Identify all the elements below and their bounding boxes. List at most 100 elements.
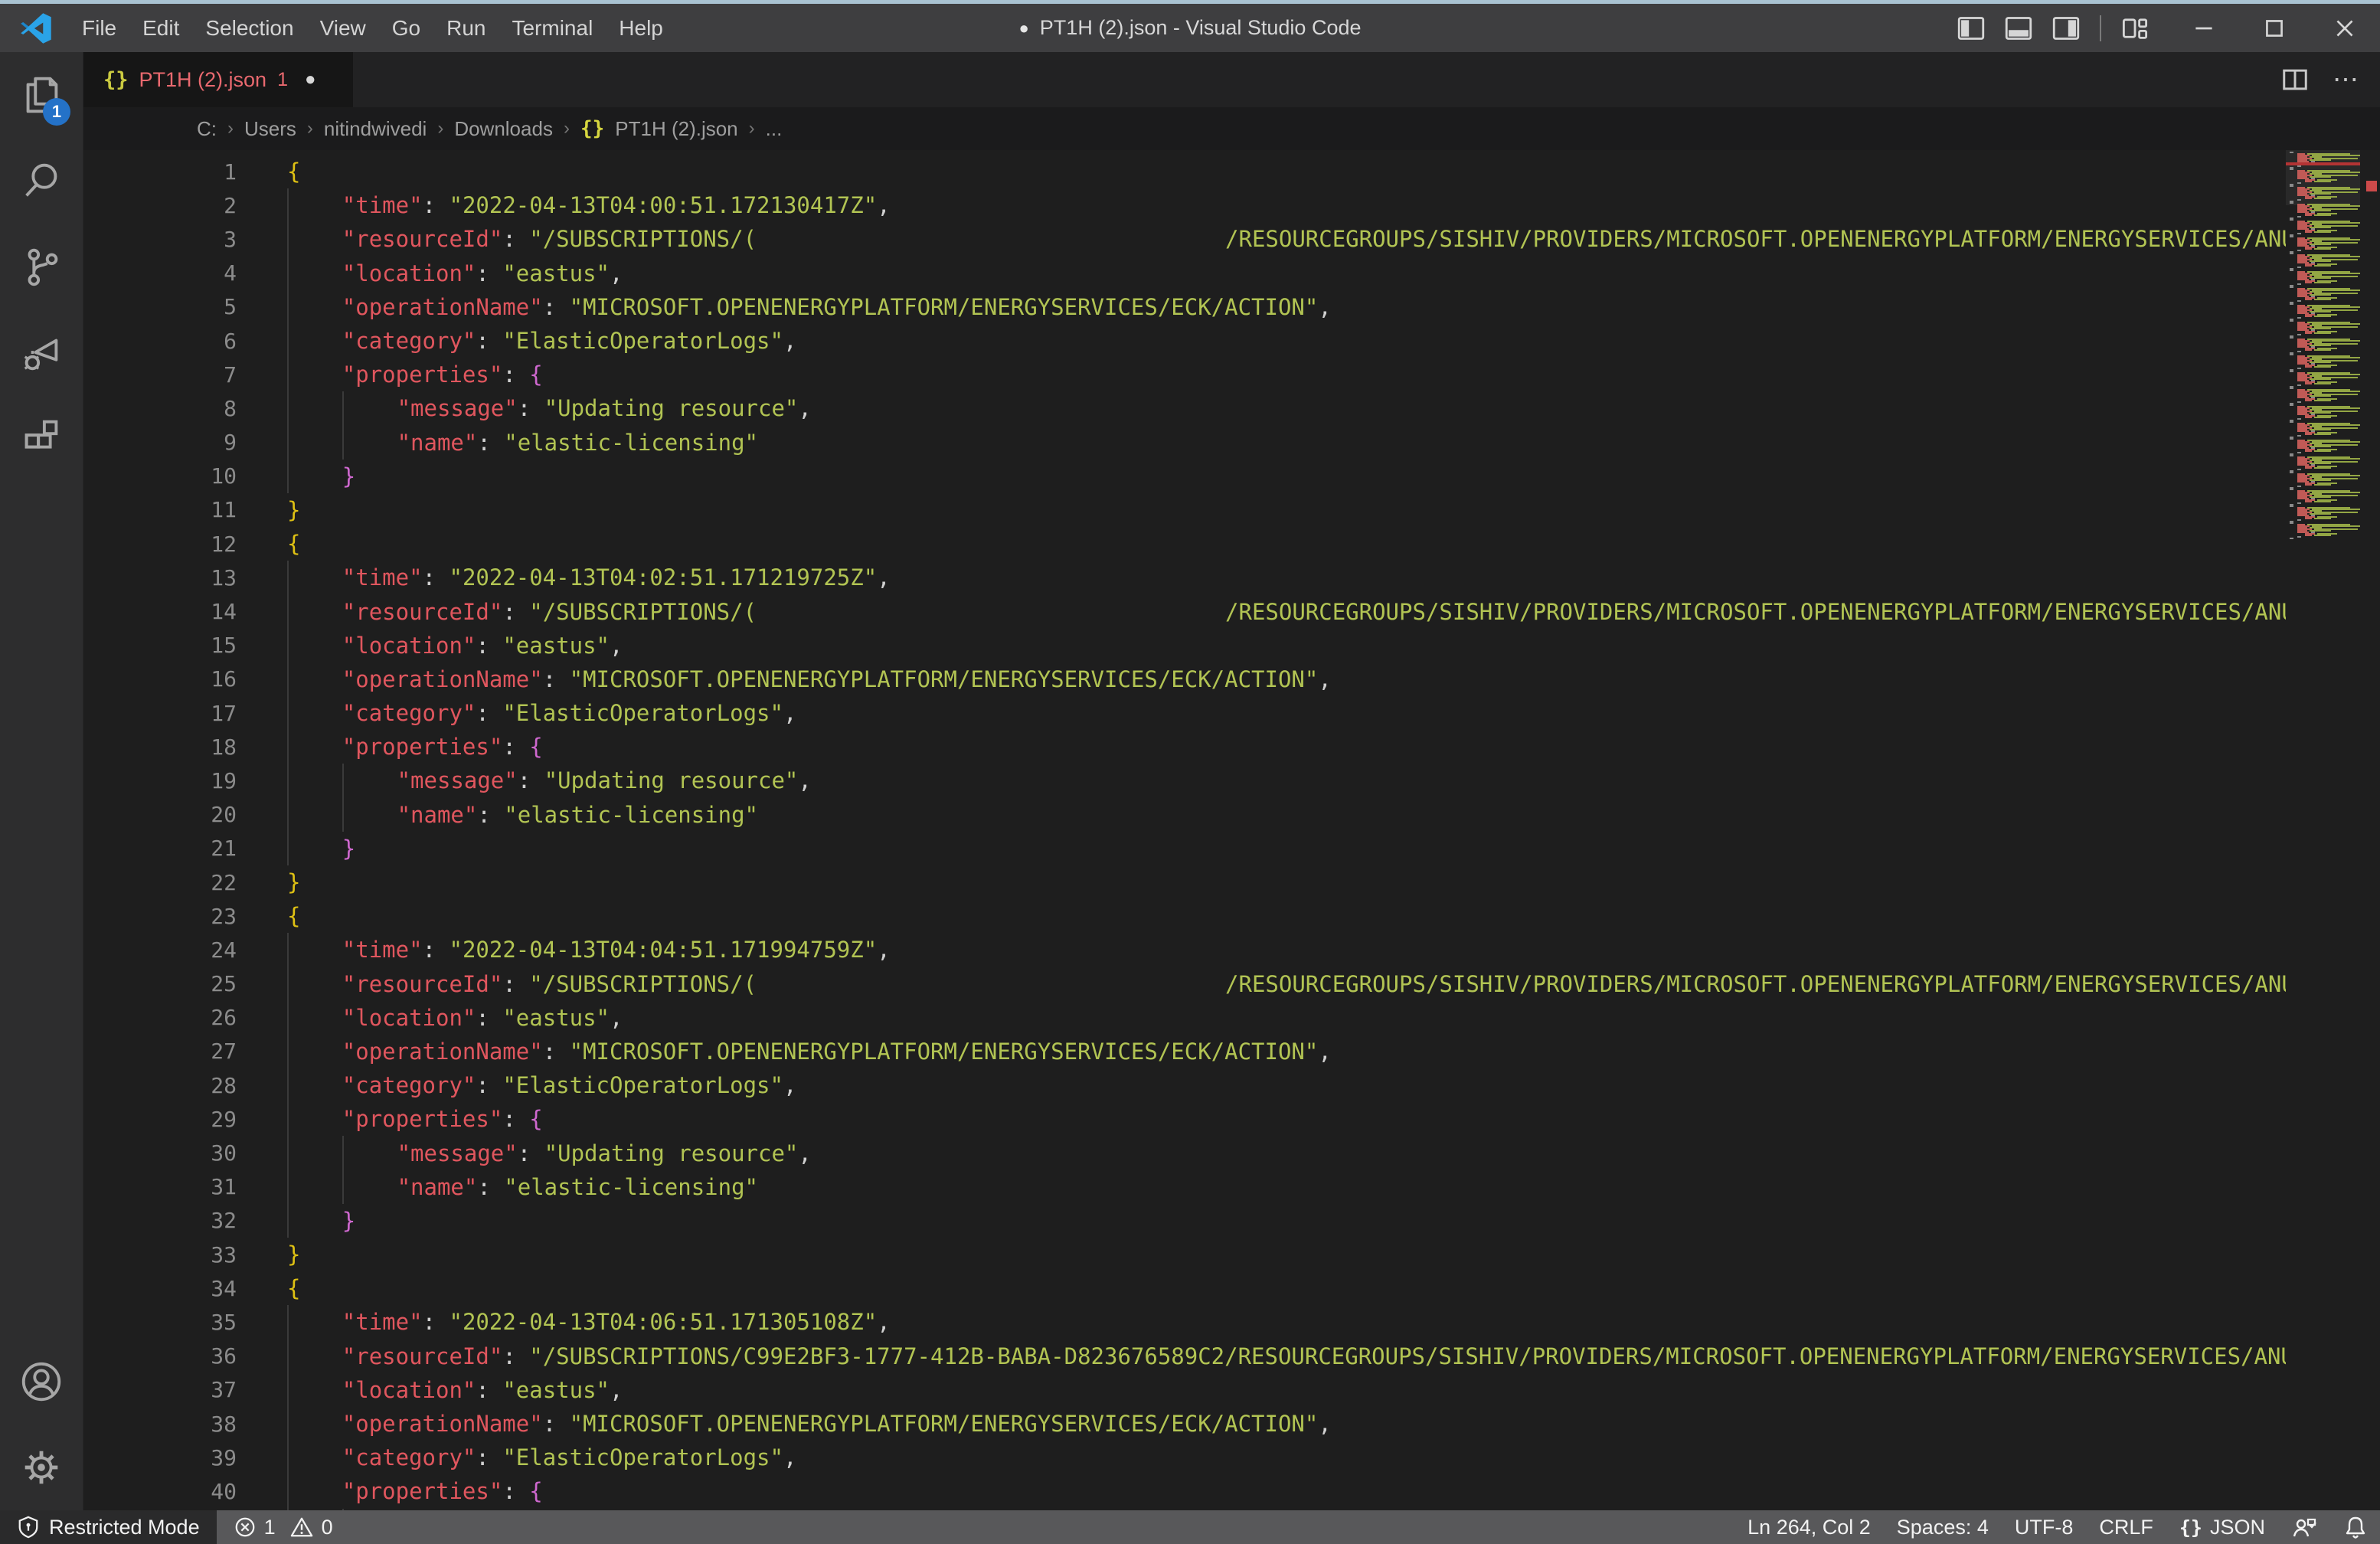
code-token: "operationName" [342,1039,543,1065]
indent-guide [287,460,342,493]
tab-dirty-dot[interactable]: ● [305,69,316,90]
menu-view[interactable]: View [307,4,379,52]
code-line: 20"name": "elastic-licensing" [83,798,2380,832]
code-token: } [342,836,355,862]
breadcrumb-item[interactable]: nitindwivedi [324,117,427,141]
code-line: 19"message": "Updating resource", [83,764,2380,797]
code-line: 38"operationName": "MICROSOFT.OPENENERGY… [83,1407,2380,1441]
problems-button[interactable]: 1 0 [217,1510,350,1544]
status-bar: Restricted Mode 1 0 Ln 264, Col 2 Spaces… [0,1510,2380,1544]
indent-guide [287,561,342,594]
minimize-button[interactable] [2169,4,2239,52]
editor[interactable]: 1{2"time": "2022-04-13T04:00:51.17213041… [83,150,2380,1510]
code-token: "resourceId" [342,226,503,252]
close-button[interactable] [2310,4,2380,52]
indent-guide [287,662,342,696]
menu-help[interactable]: Help [606,4,676,52]
menu-selection[interactable]: Selection [192,4,306,52]
tab-pt1h-json[interactable]: {} PT1H (2).json 1 ● [83,52,353,107]
settings-button[interactable] [0,1425,83,1510]
code-line: 40"properties": { [83,1474,2380,1508]
line-number: 13 [83,565,237,590]
split-editor-icon[interactable] [2280,65,2310,94]
minimap-blocks [2290,152,2360,539]
code-token: "category" [342,700,476,726]
indent-guide [287,358,342,391]
language-mode[interactable]: {} JSON [2179,1516,2265,1539]
toggle-primary-sidebar-icon[interactable] [1957,15,1985,42]
code-token: , [1318,1039,1331,1065]
code-token: "Updating resource" [544,395,799,421]
sidebar-item-source-control[interactable] [0,224,83,309]
breadcrumb-item[interactable]: Downloads [454,117,553,141]
encoding[interactable]: UTF-8 [2015,1516,2074,1539]
code-token: , [783,700,796,726]
maximize-button[interactable] [2239,4,2310,52]
code-token: "properties" [342,734,503,760]
error-icon [234,1516,257,1539]
code-line: 17"category": "ElasticOperatorLogs", [83,696,2380,730]
sidebar-item-extensions[interactable] [0,395,83,481]
breadcrumb-item[interactable]: Users [244,117,296,141]
window-top-accent [0,0,2380,4]
code-token: "2022-04-13T04:00:51.172130417Z" [449,192,877,218]
account-button[interactable] [0,1339,83,1425]
code-token: "location" [342,633,476,659]
code-line: 5"operationName": "MICROSOFT.OPENENERGYP… [83,290,2380,324]
notifications-bell-icon[interactable] [2343,1515,2368,1539]
extensions-icon [18,414,65,462]
code-area: 1{2"time": "2022-04-13T04:00:51.17213041… [83,155,2380,1510]
code-token: , [798,395,811,421]
menu-terminal[interactable]: Terminal [499,4,606,52]
feedback-icon[interactable] [2291,1515,2317,1539]
breadcrumb-file[interactable]: PT1H (2).json [615,117,737,141]
code-line: 34{ [83,1271,2380,1305]
indentation[interactable]: Spaces: 4 [1897,1516,1989,1539]
menu-bar: FileEditSelectionViewGoRunTerminalHelp [69,4,676,52]
customize-layout-icon[interactable] [2121,15,2149,42]
eol-sequence[interactable]: CRLF [2099,1516,2153,1539]
menu-run[interactable]: Run [433,4,499,52]
code-token: } [342,463,355,489]
minimap[interactable] [2286,150,2380,1510]
code-line: 29"properties": { [83,1102,2380,1136]
line-number: 19 [83,768,237,793]
line-number: 38 [83,1412,237,1437]
indent-guide [287,764,342,797]
code-token: { [529,361,542,388]
code-token: : [476,700,502,726]
menu-go[interactable]: Go [379,4,433,52]
sidebar-item-run-debug[interactable] [0,309,83,395]
code-token: "location" [342,1377,476,1403]
code-line: 33} [83,1238,2380,1271]
code-token: } [287,1241,300,1268]
code-token: : [518,1140,544,1166]
sidebar-item-search[interactable] [0,138,83,224]
code-token: "operationName" [342,666,543,692]
toggle-panel-icon[interactable] [2005,15,2032,42]
toggle-secondary-sidebar-icon[interactable] [2052,15,2080,42]
menu-file[interactable]: File [69,4,129,52]
line-number: 10 [83,463,237,489]
indent-guide [342,391,397,425]
sidebar-item-explorer[interactable]: 1 [0,52,83,138]
cursor-position[interactable]: Ln 264, Col 2 [1747,1516,1871,1539]
indent-guide [287,222,342,256]
code-line: 37"location": "eastus", [83,1373,2380,1407]
json-braces-icon[interactable]: {} [580,117,604,140]
indent-guide [287,1035,342,1068]
code-line: 11} [83,493,2380,527]
code-token: } [287,497,300,523]
code-token: } [287,869,300,895]
breadcrumb-item[interactable]: C: [197,117,217,141]
menu-edit[interactable]: Edit [129,4,192,52]
restricted-mode-button[interactable]: Restricted Mode [0,1510,217,1544]
breadcrumb-tail[interactable]: ... [766,117,783,141]
code-token: , [1318,666,1331,692]
code-token: : [476,328,502,354]
more-actions-icon[interactable]: ⋯ [2333,64,2362,95]
line-number: 11 [83,497,237,522]
indent-guide [287,1441,342,1474]
code-token: , [877,937,890,963]
code-token: : [502,361,529,388]
